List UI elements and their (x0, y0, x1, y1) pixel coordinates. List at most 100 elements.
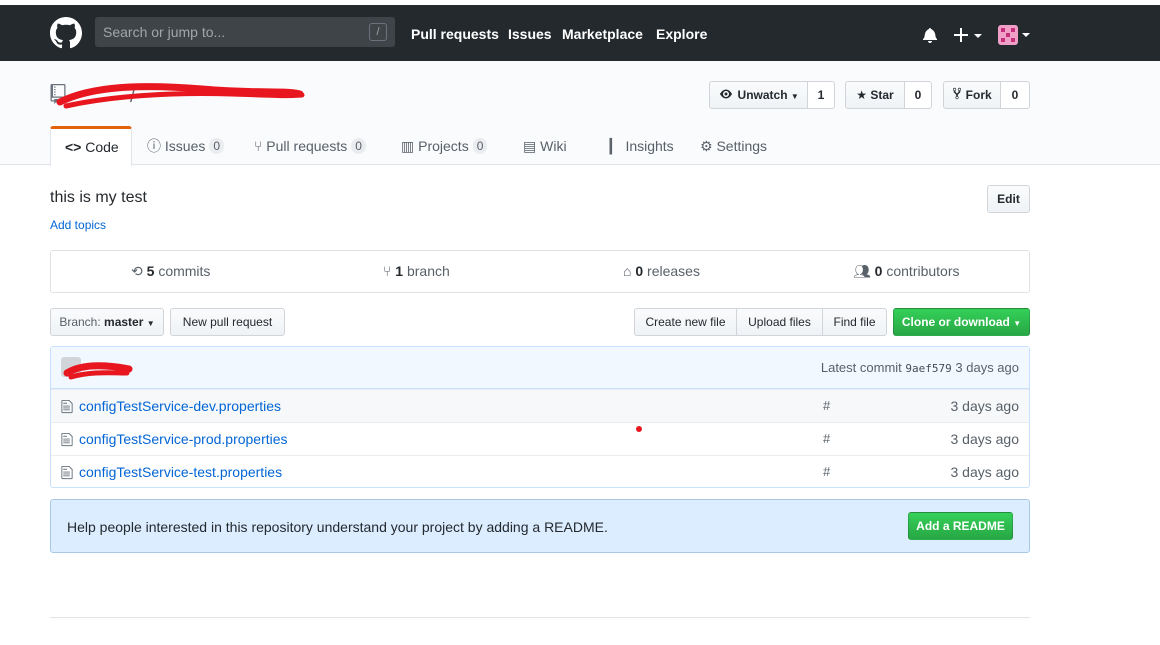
clone-label: Clone or download (901, 315, 1010, 329)
search-input[interactable]: Search or jump to... / (95, 17, 395, 47)
redaction-scribble (63, 362, 133, 380)
pull-request-icon: ⑂ (254, 138, 263, 154)
star-count[interactable]: 0 (905, 81, 932, 109)
add-readme-button[interactable]: Add a README (908, 512, 1013, 540)
repo-summary: ⟲ 5 commits ⑂ 1 branch ⌂ 0 releases 👥︎ 0… (50, 250, 1030, 293)
nav-explore[interactable]: Explore (656, 26, 707, 42)
bell-icon[interactable] (922, 27, 938, 43)
commit-message-link[interactable]: # (823, 431, 830, 446)
nav-pull-requests[interactable]: Pull requests (411, 26, 499, 42)
fork-icon (953, 87, 962, 100)
commit-message-link[interactable]: # (823, 464, 830, 479)
create-new-file-button[interactable]: Create new file (634, 308, 737, 336)
project-icon: ▥ (401, 138, 415, 154)
red-dot-mark (636, 426, 642, 432)
footer-divider (50, 617, 1030, 618)
commit-message-link[interactable]: # (823, 398, 830, 413)
projects-count-badge: 0 (472, 138, 488, 154)
commits-count: 5 (146, 263, 155, 279)
tab-pull-requests[interactable]: ⑂ Pull requests 0 (254, 126, 366, 166)
nav-marketplace[interactable]: Marketplace (562, 26, 643, 42)
book-icon: ▤ (523, 138, 537, 154)
issue-icon: ⓘ (147, 138, 161, 154)
releases-summary[interactable]: ⌂ 0 releases (623, 251, 700, 292)
file-name-link[interactable]: configTestService-dev.properties (79, 398, 281, 414)
github-logo-icon[interactable] (50, 17, 82, 49)
contributors-count: 0 (874, 263, 883, 279)
unwatch-button[interactable]: Unwatch ▼ (709, 81, 808, 109)
latest-commit-label: Latest commit (820, 360, 902, 375)
file-name-link[interactable]: configTestService-test.properties (79, 464, 282, 480)
table-row[interactable]: configTestService-test.properties # 3 da… (51, 455, 1029, 488)
eye-icon (720, 89, 733, 99)
clone-or-download-button[interactable]: Clone or download ▼ (893, 308, 1030, 336)
tab-projects-label: Projects (418, 138, 469, 154)
commit-age: 3 days ago (955, 360, 1019, 375)
file-age: 3 days ago (950, 398, 1020, 414)
branch-name: master (104, 315, 144, 329)
add-topics-link[interactable]: Add topics (50, 218, 106, 232)
edit-description-button[interactable]: Edit (987, 185, 1030, 213)
tab-insights[interactable]: ▕▏ Insights (600, 126, 674, 166)
find-file-button[interactable]: Find file (822, 308, 887, 336)
file-icon (61, 465, 73, 480)
graph-icon: ▕▏ (600, 138, 622, 154)
avatar-dropdown-icon[interactable] (998, 25, 1032, 45)
code-icon: <> (65, 139, 82, 155)
tab-settings-label: Settings (716, 138, 768, 154)
gear-icon: ⚙ (700, 138, 713, 154)
branch-icon: ⑂ (383, 263, 392, 279)
pull-requests-count-badge: 0 (351, 138, 366, 154)
issues-count-badge: 0 (209, 138, 225, 154)
tab-wiki[interactable]: ▤ Wiki (523, 126, 567, 166)
contributors-summary[interactable]: 👥︎ 0 contributors (853, 251, 960, 292)
people-icon: 👥︎ (853, 263, 871, 279)
repo-description: this is my test (50, 189, 147, 206)
tab-wiki-label: Wiki (540, 138, 567, 154)
tab-issues[interactable]: ⓘ Issues 0 (147, 126, 225, 166)
new-pull-request-button[interactable]: New pull request (170, 308, 285, 336)
branch-prefix: Branch: (59, 315, 101, 329)
commits-summary[interactable]: ⟲ 5 commits (131, 251, 210, 292)
branch-label: branch (406, 263, 450, 279)
watch-count[interactable]: 1 (808, 81, 835, 109)
caret-down-icon: ▼ (146, 319, 155, 328)
nav-issues[interactable]: Issues (508, 26, 552, 42)
readme-prompt: Help people interested in this repositor… (50, 499, 1030, 553)
latest-commit-bar: Latest commit 9aef579 3 days ago (51, 347, 1029, 389)
branch-summary[interactable]: ⑂ 1 branch (383, 251, 450, 292)
latest-commit-info: Latest commit 9aef579 3 days ago (821, 360, 1019, 375)
releases-count: 0 (635, 263, 644, 279)
file-name-link[interactable]: configTestService-prod.properties (79, 431, 288, 447)
branch-count: 1 (395, 263, 404, 279)
file-age: 3 days ago (950, 464, 1020, 480)
upload-files-button[interactable]: Upload files (736, 308, 823, 336)
redaction-scribble (56, 83, 305, 109)
file-icon (61, 432, 73, 447)
file-icon (61, 399, 73, 414)
file-age: 3 days ago (950, 431, 1020, 447)
commits-label: commits (158, 263, 211, 279)
tab-projects[interactable]: ▥ Projects 0 (401, 126, 488, 166)
star-button[interactable]: ★ Star (845, 81, 905, 109)
tag-icon: ⌂ (623, 263, 632, 279)
fork-label: Fork (965, 88, 992, 102)
site-header: Search or jump to... / Pull requests Iss… (0, 5, 1160, 61)
table-row[interactable]: configTestService-dev.properties # 3 day… (51, 389, 1029, 422)
contributors-label: contributors (886, 263, 960, 279)
table-row[interactable]: configTestService-prod.properties # 3 da… (51, 422, 1029, 455)
caret-down-icon: ▼ (1013, 319, 1022, 328)
fork-count[interactable]: 0 (1001, 81, 1030, 109)
tab-pull-requests-label: Pull requests (266, 138, 348, 154)
releases-label: releases (647, 263, 700, 279)
star-label: Star (870, 88, 894, 102)
tab-settings[interactable]: ⚙ Settings (700, 126, 767, 166)
fork-button[interactable]: Fork (943, 81, 1001, 109)
tab-code[interactable]: <> Code (50, 126, 132, 166)
tab-insights-label: Insights (625, 138, 674, 154)
plus-dropdown-icon[interactable] (954, 27, 984, 43)
branch-select-button[interactable]: Branch: master ▼ (50, 308, 164, 336)
caret-down-icon: ▼ (790, 92, 799, 101)
history-icon: ⟲ (131, 263, 143, 279)
commit-sha-link[interactable]: 9aef579 (905, 362, 951, 375)
